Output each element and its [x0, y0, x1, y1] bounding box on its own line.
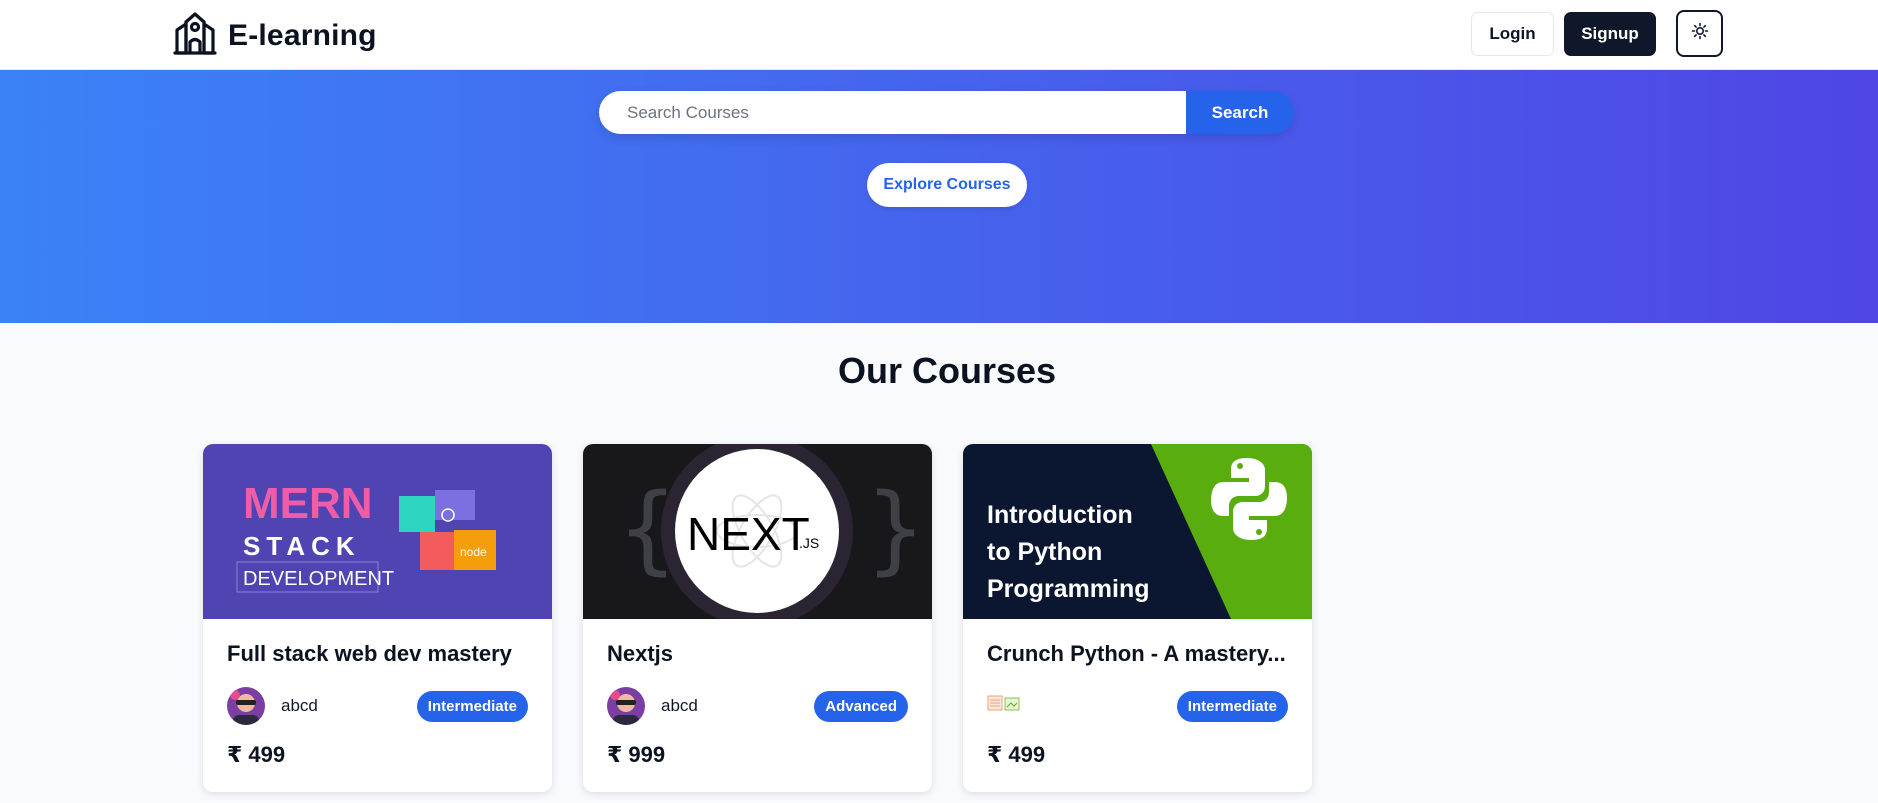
instructor-avatar	[227, 687, 265, 725]
mern-m: MERN	[243, 479, 373, 528]
nav-actions: Login Signup	[1471, 10, 1723, 57]
school-icon	[172, 10, 218, 61]
brand-name: E-learning	[228, 18, 377, 52]
level-badge: Intermediate	[416, 690, 528, 722]
brand-logo-link[interactable]: E-learning	[172, 10, 377, 61]
sun-icon	[1691, 22, 1709, 45]
course-meta: Intermediate	[987, 686, 1288, 726]
js-wordmark: .JS	[799, 535, 819, 551]
course-price: ₹ 499	[987, 742, 1046, 767]
course-card[interactable]: Introduction to Python Programming Crunc…	[963, 444, 1312, 792]
course-card[interactable]: MERN STACK DEVELOPMENT node Full stack w…	[203, 444, 552, 792]
instructor-name: abcd	[661, 696, 698, 715]
explore-courses-button[interactable]: Explore Courses	[867, 163, 1027, 207]
navbar: E-learning Login Signup	[0, 0, 1878, 70]
python-line-1: Introduction	[987, 501, 1133, 529]
node-label: node	[460, 545, 487, 559]
theme-toggle-button[interactable]	[1676, 10, 1723, 57]
svg-text:}: }	[865, 473, 926, 585]
next-wordmark: NEXT	[687, 508, 810, 560]
course-price: ₹ 499	[227, 742, 286, 767]
course-thumbnail-nextjs: { } NEXT .JS	[583, 444, 932, 619]
hero-banner: Search Explore Courses	[0, 70, 1878, 323]
course-thumbnail-mern: MERN STACK DEVELOPMENT node	[203, 444, 552, 619]
python-line-3: Programming	[987, 575, 1150, 603]
broken-image-icon	[987, 694, 1021, 712]
login-button[interactable]: Login	[1471, 11, 1554, 56]
level-badge: Advanced	[814, 690, 908, 722]
search-input[interactable]	[599, 91, 1186, 134]
level-badge: Intermediate	[1176, 690, 1288, 722]
signup-button[interactable]: Signup	[1564, 11, 1656, 56]
course-title[interactable]: Full stack web dev mastery	[227, 641, 527, 667]
svg-text:{: {	[617, 473, 678, 585]
instructor-name: abcd	[281, 696, 318, 715]
search-bar: Search	[599, 91, 1294, 134]
course-thumbnail-python: Introduction to Python Programming	[963, 444, 1312, 619]
python-line-2: to Python	[987, 538, 1102, 566]
course-meta: abcd Advanced	[607, 686, 908, 726]
course-title[interactable]: Crunch Python - A mastery...	[987, 641, 1287, 667]
course-card[interactable]: { } NEXT .JS Nextjs abcd Advanced ₹ 999	[583, 444, 932, 792]
mern-stack-text: STACK	[243, 531, 361, 561]
course-meta: abcd Intermediate	[227, 686, 528, 726]
search-button[interactable]: Search	[1186, 91, 1294, 134]
mern-development-text: DEVELOPMENT	[243, 568, 394, 590]
instructor-avatar	[607, 687, 645, 725]
courses-section-title: Our Courses	[837, 350, 1057, 391]
course-title[interactable]: Nextjs	[607, 641, 907, 667]
course-price: ₹ 999	[607, 742, 666, 767]
